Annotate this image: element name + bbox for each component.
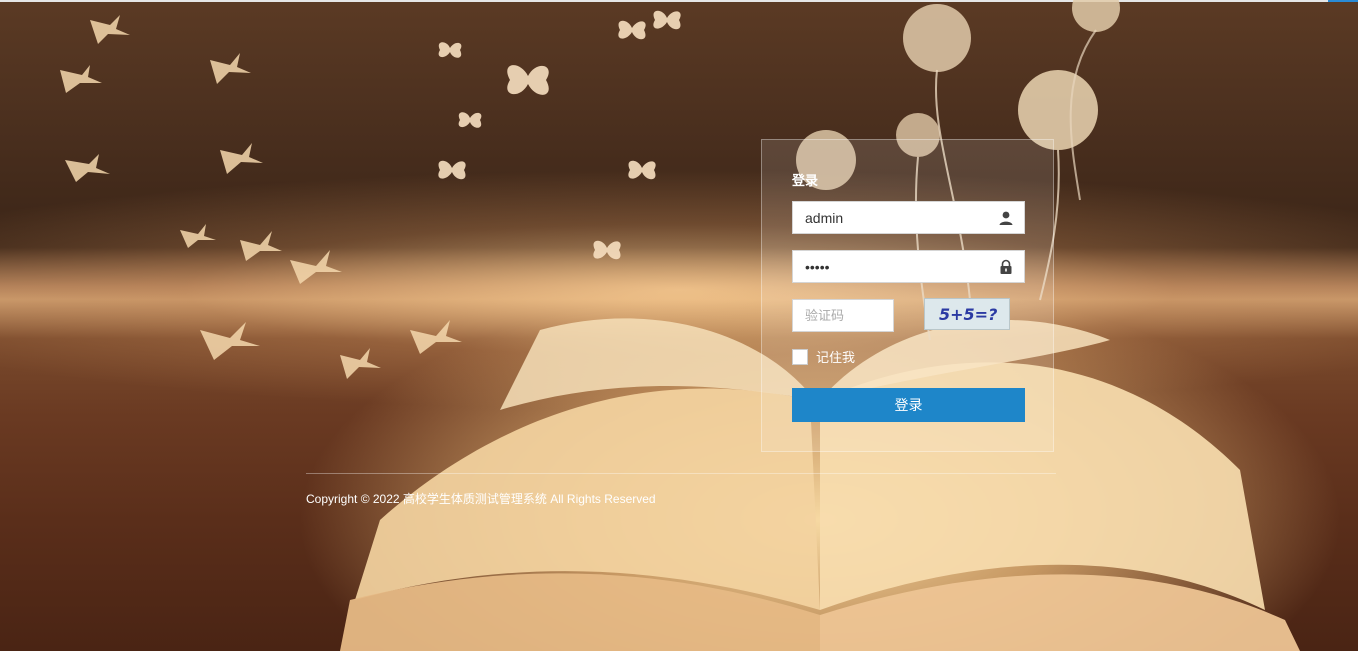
lock-icon (1000, 259, 1012, 274)
remember-me-label[interactable]: 记住我 (816, 347, 855, 366)
remember-me-checkbox[interactable] (792, 348, 808, 365)
login-page: 登录 5+5=? 记住我 (0, 0, 1358, 651)
captcha-input[interactable] (793, 300, 893, 331)
captcha-field[interactable] (792, 299, 894, 332)
remember-me[interactable]: 记住我 (792, 347, 855, 366)
password-field[interactable] (792, 250, 1025, 283)
login-panel: 登录 5+5=? 记住我 (761, 139, 1054, 452)
password-input[interactable] (793, 251, 995, 282)
copyright-text: Copyright © 2022 高校学生体质测试管理系统 All Rights… (306, 492, 656, 506)
captcha-text: 5+5=? (939, 305, 997, 324)
background-image (60, 0, 1300, 651)
login-button[interactable]: 登录 (792, 388, 1025, 422)
footer-divider (306, 473, 1056, 474)
birds-illustration (60, 15, 462, 379)
login-title: 登录 (792, 173, 819, 188)
captcha-graphic: 5+5=? (925, 299, 1009, 329)
butterflies-illustration (438, 10, 681, 260)
username-input[interactable] (793, 202, 995, 233)
username-field[interactable] (792, 201, 1025, 234)
user-icon (999, 211, 1013, 225)
captcha-image[interactable]: 5+5=? (924, 298, 1010, 330)
